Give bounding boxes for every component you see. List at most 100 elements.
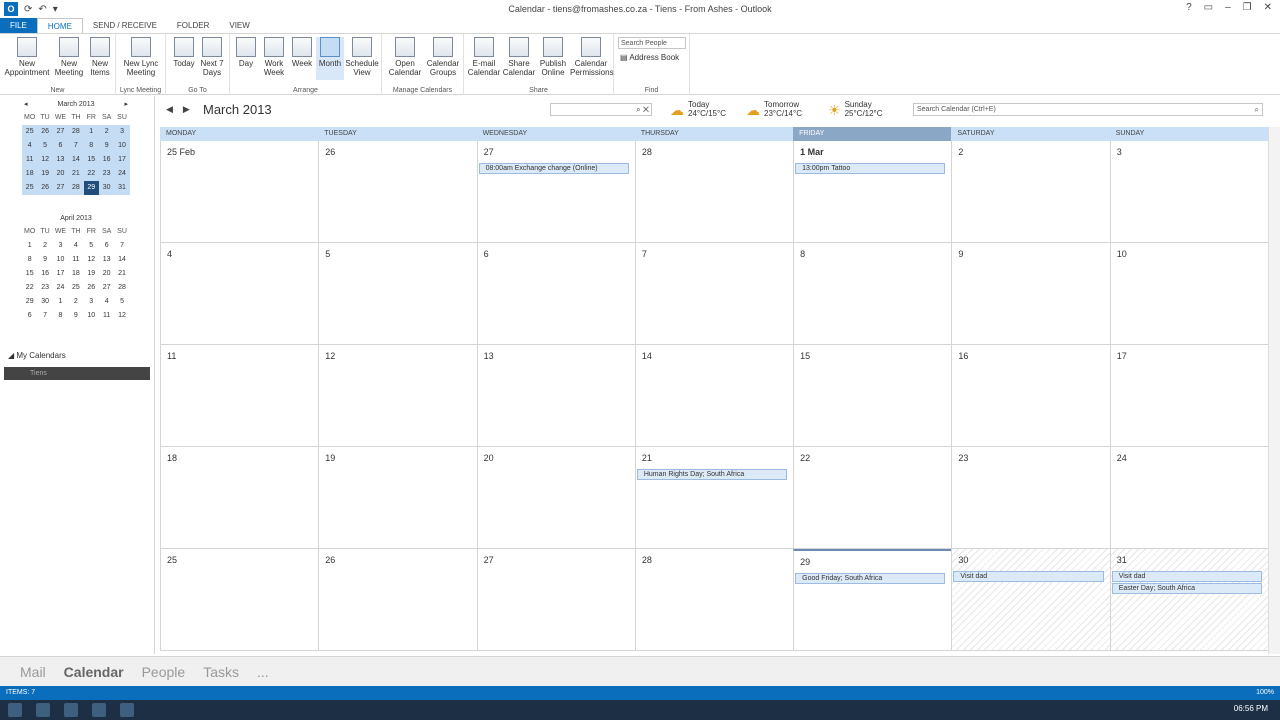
mini-date[interactable]: 25 [22, 181, 38, 195]
mini-date[interactable]: 27 [52, 181, 69, 195]
day-cell[interactable]: 13 [476, 345, 635, 447]
mini-date[interactable]: 2 [37, 239, 52, 253]
day-cell[interactable]: 31 Visit dad Easter Day; South Africa [1109, 549, 1268, 651]
work-week-view-button[interactable]: Work Week [260, 37, 288, 77]
search-people-input[interactable]: Search People [618, 37, 686, 49]
day-cell[interactable]: 25 Feb [160, 141, 319, 243]
calendar-groups-button[interactable]: Calendar Groups [424, 37, 462, 77]
mini-date[interactable]: 25 [68, 281, 83, 295]
mini-date[interactable]: 6 [22, 309, 37, 323]
day-cell[interactable]: 3 [1109, 141, 1268, 243]
mini-date[interactable]: 1 [53, 295, 68, 309]
mini-date[interactable]: 22 [22, 281, 37, 295]
mini-date[interactable]: 16 [37, 267, 52, 281]
mini-date[interactable]: 20 [99, 267, 114, 281]
mini-date[interactable]: 19 [84, 267, 99, 281]
mini-date[interactable]: 8 [22, 253, 37, 267]
calendar-event[interactable]: Easter Day; South Africa [1111, 583, 1262, 594]
mini-date[interactable]: 28 [68, 181, 84, 195]
mini-date[interactable]: 29 [83, 181, 99, 195]
day-cell[interactable]: 7 [634, 243, 794, 345]
tab-view[interactable]: VIEW [219, 18, 259, 33]
mini-date[interactable]: 3 [53, 239, 68, 253]
search-icon[interactable]: ⌕ [1255, 104, 1259, 116]
day-cell[interactable]: 16 [951, 345, 1110, 447]
mini-date[interactable]: 26 [37, 181, 53, 195]
mini-date[interactable]: 26 [37, 125, 53, 139]
day-cell[interactable]: 8 [793, 243, 952, 345]
mini-date[interactable]: 3 [84, 295, 99, 309]
mini-date[interactable]: 2 [98, 125, 115, 139]
day-cell[interactable]: 26 [318, 141, 477, 243]
mini-date[interactable]: 17 [53, 267, 68, 281]
mini-date[interactable]: 16 [98, 153, 115, 167]
mini-date[interactable]: 23 [98, 167, 115, 181]
mini-date[interactable]: 25 [22, 125, 38, 139]
mini-date[interactable]: 12 [37, 153, 53, 167]
restore-icon[interactable]: ❐ [1243, 2, 1252, 13]
mini-date[interactable]: 24 [114, 167, 130, 181]
prev-month-icon[interactable]: ◂ [24, 99, 28, 111]
nav-people[interactable]: People [142, 664, 186, 680]
mini-date[interactable]: 22 [83, 167, 99, 181]
day-cell[interactable]: 2 [951, 141, 1110, 243]
day-cell[interactable]: 27 08:00am Exchange change (Online) [476, 141, 635, 243]
mini-date[interactable]: 5 [84, 239, 99, 253]
day-cell[interactable]: 29 Good Friday; South Africa [793, 549, 952, 651]
tab-file[interactable]: FILE [0, 18, 37, 33]
calendar-event[interactable]: 08:00am Exchange change (Online) [478, 163, 629, 174]
mini-date[interactable]: 17 [114, 153, 130, 167]
mini-date[interactable]: 1 [83, 125, 99, 139]
next-arrow-icon[interactable]: ▶ [183, 104, 190, 115]
chrome-icon[interactable] [36, 703, 50, 717]
mini-date[interactable]: 28 [68, 125, 84, 139]
day-cell[interactable]: 9 [951, 243, 1110, 345]
day-cell[interactable]: 22 [793, 447, 952, 549]
mini-date[interactable]: 11 [22, 153, 38, 167]
mini-date[interactable]: 12 [84, 253, 99, 267]
mini-date[interactable]: 21 [114, 267, 129, 281]
calendar-item[interactable]: Tiens [4, 367, 150, 380]
outlook-taskbar-icon[interactable] [120, 703, 134, 717]
day-cell[interactable]: 24 [1109, 447, 1268, 549]
mini-date[interactable]: 9 [68, 309, 83, 323]
zoom-level[interactable]: 100% [1256, 686, 1274, 700]
nav-tasks[interactable]: Tasks [203, 664, 239, 680]
mini-date[interactable]: 9 [37, 253, 52, 267]
search-calendar-input[interactable]: Search Calendar (Ctrl+E) ⌕ [913, 103, 1263, 116]
mini-date[interactable]: 12 [114, 309, 129, 323]
my-calendars-header[interactable]: ◢ My Calendars [8, 351, 66, 360]
day-cell[interactable]: 15 [793, 345, 952, 447]
day-cell[interactable]: 6 [476, 243, 635, 345]
mini-date[interactable]: 30 [37, 295, 52, 309]
mini-date[interactable]: 29 [22, 295, 37, 309]
day-view-button[interactable]: Day [234, 37, 258, 68]
ie-icon[interactable] [64, 703, 78, 717]
mini-date[interactable]: 11 [99, 309, 114, 323]
nav-calendar[interactable]: Calendar [64, 664, 124, 680]
day-cell[interactable]: 5 [318, 243, 477, 345]
mini-date[interactable]: 19 [37, 167, 53, 181]
close-icon[interactable]: ✕ [1264, 2, 1272, 13]
mini-date[interactable]: 10 [84, 309, 99, 323]
today-button[interactable]: Today [170, 37, 198, 68]
mini-date[interactable]: 14 [114, 253, 129, 267]
nav-more[interactable]: ... [257, 664, 269, 680]
calendar-permissions-button[interactable]: Calendar Permissions [570, 37, 614, 77]
day-cell[interactable]: 17 [1109, 345, 1268, 447]
day-cell[interactable]: 1 Mar 13:00pm Tattoo [793, 141, 952, 243]
next-month-icon[interactable]: ▸ [124, 99, 128, 111]
mini-date[interactable]: 23 [37, 281, 52, 295]
day-cell[interactable]: 30 Visit dad [951, 549, 1110, 651]
mini-date[interactable]: 7 [114, 239, 129, 253]
vertical-scrollbar[interactable] [1268, 127, 1280, 654]
mini-date[interactable]: 9 [98, 139, 115, 153]
mini-date[interactable]: 15 [83, 153, 99, 167]
day-cell[interactable]: 28 [634, 549, 794, 651]
week-view-button[interactable]: Week [289, 37, 315, 68]
day-cell[interactable]: 25 [160, 549, 319, 651]
calendar-event[interactable]: 13:00pm Tattoo [795, 163, 946, 174]
day-cell[interactable]: 18 [160, 447, 319, 549]
month-view-button[interactable]: Month [316, 37, 344, 80]
mini-date[interactable]: 20 [52, 167, 69, 181]
